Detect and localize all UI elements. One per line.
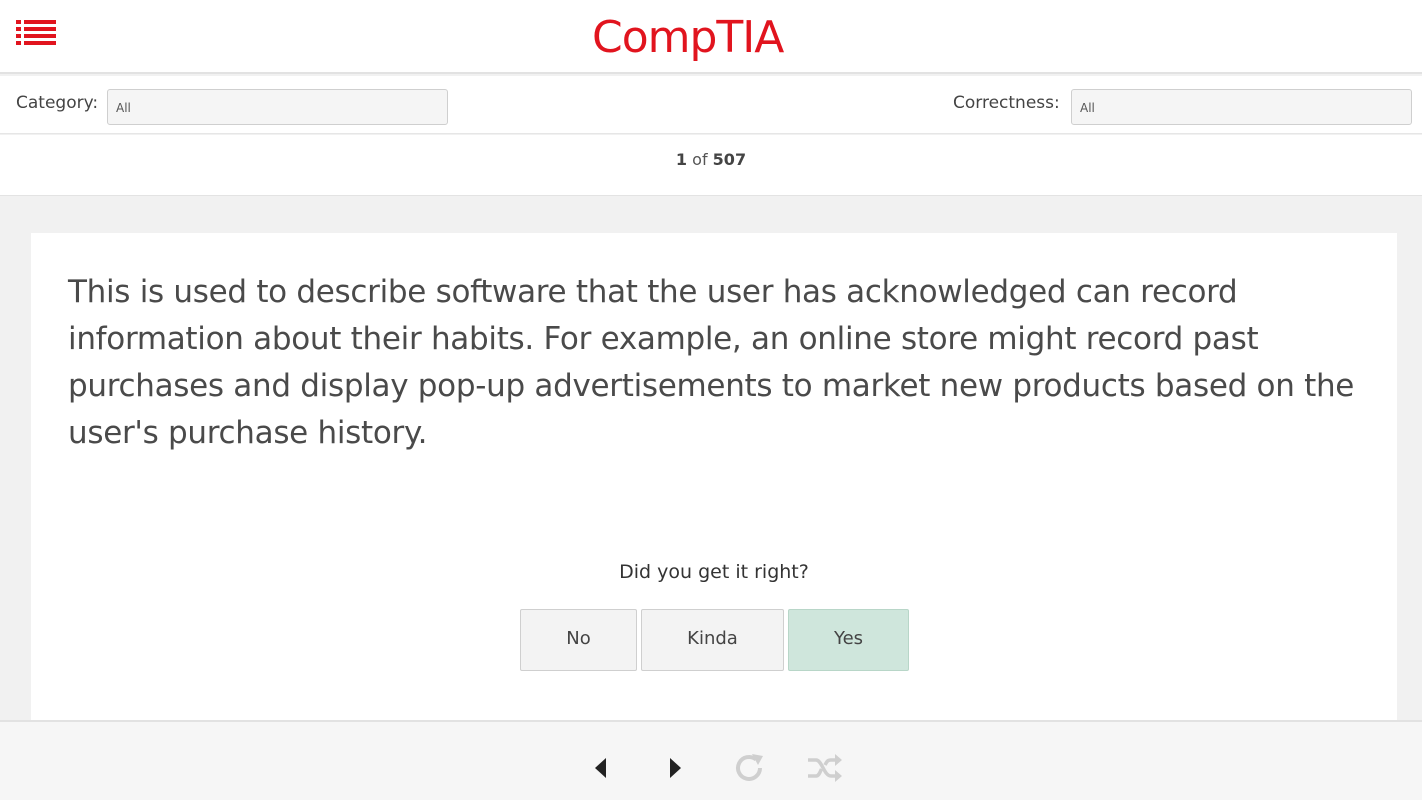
current-index: 1 <box>675 150 688 169</box>
yes-button[interactable]: Yes <box>788 609 909 671</box>
previous-icon[interactable] <box>582 748 622 788</box>
kinda-button[interactable]: Kinda <box>641 609 784 671</box>
navigation-footer <box>0 720 1422 800</box>
logo-text: CompTIA <box>592 12 784 63</box>
self-assessment-prompt: Did you get it right? <box>619 561 809 583</box>
no-button[interactable]: No <box>520 609 637 671</box>
correctness-select[interactable]: All <box>1071 89 1412 125</box>
progress-counter: 1 of 507 <box>676 150 746 169</box>
question-text: This is used to describe software that t… <box>68 274 1355 451</box>
refresh-icon[interactable] <box>730 748 770 788</box>
category-label: Category: <box>16 93 99 113</box>
comptia-logo: CompTIA <box>592 6 832 66</box>
total-count: 507 <box>712 150 747 169</box>
counter-separator: of <box>692 150 708 169</box>
next-icon[interactable] <box>656 748 696 788</box>
shuffle-icon[interactable] <box>804 748 844 788</box>
app-header: CompTIA <box>0 0 1422 74</box>
list-menu-icon[interactable] <box>16 18 56 48</box>
progress-counter-row: 1 of 507 <box>0 135 1422 196</box>
correctness-label: Correctness: <box>953 93 1060 113</box>
category-select[interactable]: All <box>107 89 448 125</box>
flashcard[interactable]: This is used to describe software that t… <box>31 233 1397 720</box>
filter-bar: Category: All Correctness: All <box>0 76 1422 134</box>
